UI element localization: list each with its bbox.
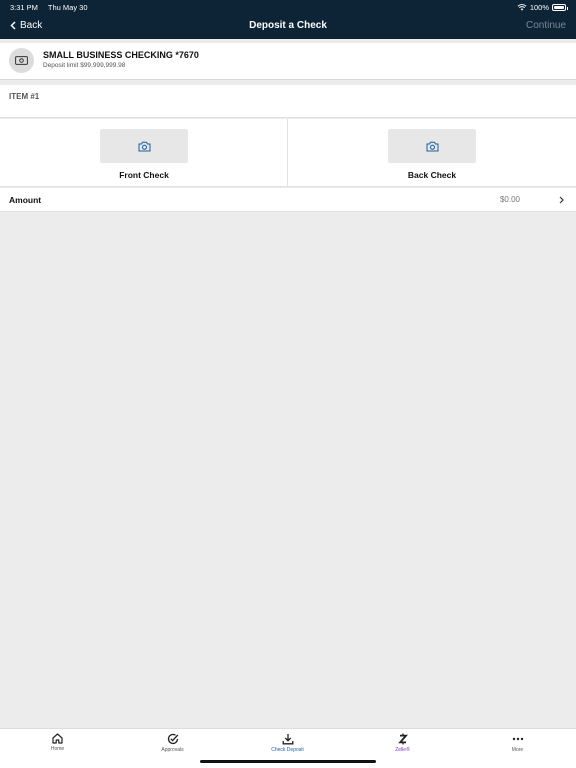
page-title: Deposit a Check: [249, 20, 327, 31]
amount-row[interactable]: Amount $0.00: [0, 188, 576, 212]
item-label: ITEM #1: [9, 92, 40, 101]
camera-icon: [426, 141, 438, 151]
front-check-text: Front Check: [119, 170, 169, 180]
tab-check-deposit-label: Check Deposit: [271, 747, 304, 753]
status-indicators: 100%: [517, 3, 568, 12]
item-header: ITEM #1: [0, 85, 576, 118]
more-icon: [512, 737, 523, 741]
back-check-capture[interactable]: Back Check: [288, 119, 576, 187]
chevron-right-icon: [559, 196, 564, 204]
top-bar: 3:31 PM Thu May 30 100% Back Deposit a C…: [0, 0, 576, 39]
status-time: 3:31 PM: [10, 3, 38, 12]
account-avatar: [9, 48, 34, 73]
tab-check-deposit[interactable]: Check Deposit: [230, 733, 345, 757]
home-indicator[interactable]: [200, 760, 376, 763]
camera-icon: [138, 141, 150, 151]
check-circle-icon: [167, 733, 178, 745]
tab-zelle[interactable]: Zelle®: [345, 733, 460, 757]
zelle-icon: [397, 733, 408, 745]
account-name: SMALL BUSINESS CHECKING *7670: [43, 50, 199, 60]
wifi-icon: [517, 4, 527, 11]
tab-more-label: More: [511, 747, 524, 753]
home-icon: [52, 733, 63, 744]
tab-approvals-label: Approvals: [161, 747, 184, 753]
battery-icon: [552, 4, 568, 11]
status-bar: 3:31 PM Thu May 30: [10, 3, 96, 12]
front-check-camera-button[interactable]: [100, 129, 188, 163]
cash-icon: [15, 56, 28, 65]
account-card[interactable]: SMALL BUSINESS CHECKING *7670 Deposit li…: [0, 43, 576, 80]
amount-label: Amount: [9, 195, 42, 205]
check-capture-area: Front Check Back Check: [0, 119, 576, 187]
tab-home[interactable]: Home: [0, 733, 115, 757]
battery-percent: 100%: [529, 3, 549, 12]
back-check-label: Back Check: [388, 170, 576, 180]
continue-button[interactable]: Continue: [526, 20, 566, 31]
tab-zelle-label: Zelle®: [395, 747, 410, 753]
amount-value: $0.00: [499, 195, 520, 204]
tab-more[interactable]: More: [460, 733, 575, 757]
tab-approvals[interactable]: Approvals: [115, 733, 230, 757]
back-check-camera-button[interactable]: [388, 129, 476, 163]
front-check-capture[interactable]: Front Check: [0, 119, 288, 187]
download-icon: [282, 734, 293, 745]
tab-home-label: Home: [50, 746, 65, 752]
back-check-text: Back Check: [407, 170, 457, 180]
status-date: Thu May 30: [47, 3, 88, 12]
deposit-limit: Deposit limit $99,999,999.98: [43, 62, 126, 69]
